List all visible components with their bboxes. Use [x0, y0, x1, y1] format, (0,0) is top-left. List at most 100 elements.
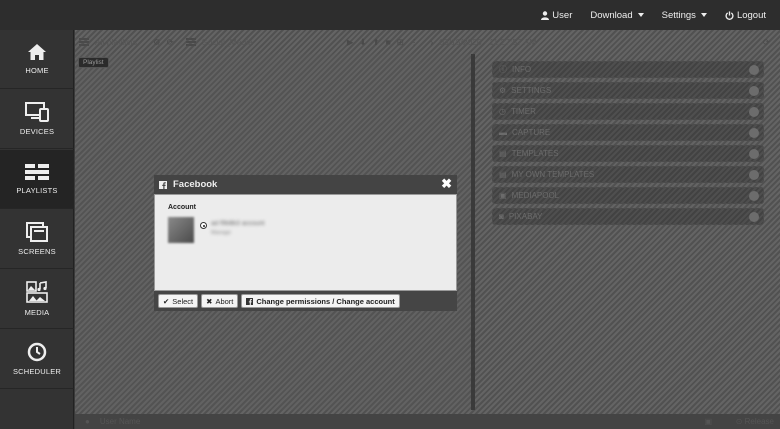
accordion-my-own-templates[interactable]: ▤ MY OWN TEMPLATES — [492, 166, 764, 183]
devices-icon — [25, 102, 49, 122]
user-menu[interactable]: User — [541, 10, 572, 21]
refresh-icon[interactable]: ⟳ — [763, 37, 770, 48]
info-icon: ⓘ — [499, 65, 507, 74]
datetime-display: 03/18/2020 · 11:27:57 AM — [439, 37, 537, 47]
all-playlists-link[interactable]: All playlists — [95, 37, 137, 47]
chevron-down-icon — [749, 107, 759, 117]
settings-menu[interactable]: Settings — [662, 10, 707, 21]
list-icon — [79, 38, 89, 46]
chevron-down-icon — [749, 86, 759, 96]
chevron-down-icon — [749, 212, 759, 222]
release-label: Release — [744, 417, 774, 426]
trash-icon[interactable]: ■ — [386, 37, 391, 47]
settings-label: Settings — [661, 9, 696, 21]
chevron-down-icon — [700, 13, 707, 17]
media-icon — [26, 281, 48, 303]
clock-icon: ◷ — [499, 107, 506, 116]
preview-tag: Playlist — [78, 57, 109, 68]
account-name: ad f9b8b3 account — [211, 220, 265, 227]
bottom-bar: ● User Name ▣ ⊙ Release — [75, 414, 780, 429]
account-radio[interactable] — [200, 222, 207, 229]
accordion-capture[interactable]: ▬ CAPTURE — [492, 124, 764, 141]
release-button[interactable]: ⊙ Release — [736, 417, 774, 426]
template-icon: ▤ — [499, 149, 507, 158]
account-sub: Manage — [211, 230, 231, 236]
check-icon: ✔ — [163, 296, 170, 306]
add-icon[interactable]: ⊞ — [397, 37, 404, 48]
download-label: Download — [590, 9, 633, 21]
gear-icon: ⚙ — [499, 86, 507, 95]
sidebar-item-playlists[interactable]: PLAYLISTS — [0, 150, 74, 209]
abort-button[interactable]: ✖ Abort — [201, 294, 239, 308]
template-icon: ▤ — [499, 170, 507, 179]
chevron-down-icon — [749, 191, 759, 201]
screens-icon — [26, 222, 48, 242]
dialog-footer: ✔ Select ✖ Abort Change permissions / Ch… — [154, 291, 457, 311]
sidebar-item-label: MEDIA — [24, 308, 50, 317]
sidebar-item-media[interactable]: MEDIA — [0, 270, 74, 329]
toolbar: All playlists ⚙ ⟳ Social_Media ▶ ⬇ ⬆ ■ ⊞… — [75, 30, 780, 54]
accordion-timer[interactable]: ◷ TIMER — [492, 103, 764, 120]
release-icon: ⊙ — [735, 417, 743, 426]
facebook-icon — [159, 180, 167, 189]
close-icon[interactable]: ✖ — [441, 177, 452, 190]
sidebar-item-label: HOME — [25, 66, 49, 75]
list-icon — [185, 38, 196, 46]
accordion-label: PIXABAY — [508, 212, 543, 221]
user-icon: ● — [85, 417, 90, 426]
select-button[interactable]: ✔ Select — [158, 294, 199, 308]
upload-icon[interactable]: ⬆ — [373, 37, 380, 48]
accordion-label: TIMER — [510, 107, 536, 116]
sidebar-item-label: SCREENS — [18, 247, 56, 256]
accordion-mediapool[interactable]: ▣ MEDIAPOOL — [492, 187, 764, 204]
chevron-down-icon — [749, 149, 759, 159]
accordion-label: CAPTURE — [512, 128, 551, 137]
account-label: Account — [168, 204, 196, 211]
accordion-label: TEMPLATES — [511, 149, 559, 158]
accordion-label: INFO — [512, 65, 532, 74]
download-menu[interactable]: Download — [590, 9, 644, 21]
username-field[interactable]: User Name — [100, 417, 140, 426]
playlists-icon — [25, 164, 49, 180]
sidebar-item-devices[interactable]: DEVICES — [0, 90, 74, 149]
logout-button[interactable]: Logout — [725, 10, 766, 21]
download-icon[interactable]: ⬇ — [359, 37, 366, 48]
select-label: Select — [172, 296, 194, 306]
accordion-settings[interactable]: ⚙ SETTINGS — [492, 82, 764, 99]
sidebar-item-screens[interactable]: SCREENS — [0, 210, 74, 269]
playlist-name[interactable]: Social_Media — [202, 37, 253, 47]
top-bar: User Download Settings Logout — [0, 0, 780, 30]
sidebar-item-home[interactable]: HOME — [0, 30, 74, 89]
top-nav: User Download Settings Logout — [541, 0, 766, 30]
chevron-down-icon — [749, 65, 759, 75]
clock-icon — [27, 342, 47, 362]
chevron-down-icon — [749, 128, 759, 138]
play-icon[interactable]: ▶ — [347, 37, 354, 48]
save-icon[interactable]: ▣ — [704, 417, 712, 426]
avatar — [168, 217, 194, 243]
video-icon: ▬ — [499, 128, 507, 137]
refresh-icon[interactable]: ⟳ — [167, 37, 174, 48]
dialog-body: Account ad f9b8b3 account Manage — [154, 194, 457, 291]
chevron-down-icon — [637, 13, 644, 17]
change-account-button[interactable]: Change permissions / Change account — [241, 294, 400, 308]
more-icon[interactable]: ⋮ — [410, 37, 419, 48]
accordion-label: MEDIAPOOL — [511, 191, 560, 200]
dialog-header: Facebook ✖ — [154, 175, 457, 194]
sidebar-item-label: DEVICES — [19, 127, 55, 136]
sidebar: HOME DEVICES PLAYLISTS SCREENS MEDIA SCH… — [0, 30, 74, 429]
user-label: User — [552, 9, 573, 21]
camera-icon: ◙ — [499, 212, 504, 221]
sidebar-item-label: SCHEDULER — [12, 367, 62, 376]
image-icon: ▣ — [499, 191, 507, 200]
sidebar-item-scheduler[interactable]: SCHEDULER — [0, 330, 74, 389]
accordion-info[interactable]: ⓘ INFO — [492, 61, 764, 78]
accordion-label: MY OWN TEMPLATES — [511, 170, 595, 179]
accordion-templates[interactable]: ▤ TEMPLATES — [492, 145, 764, 162]
change-account-label: Change permissions / Change account — [256, 296, 395, 306]
chevron-right-icon[interactable]: › — [430, 37, 433, 47]
gear-icon[interactable]: ⚙ — [153, 37, 161, 48]
facebook-dialog: Facebook ✖ Account ad f9b8b3 account Man… — [154, 175, 457, 311]
accordion-pixabay[interactable]: ◙ PIXABAY — [492, 208, 764, 225]
accordion-label: SETTINGS — [511, 86, 552, 95]
